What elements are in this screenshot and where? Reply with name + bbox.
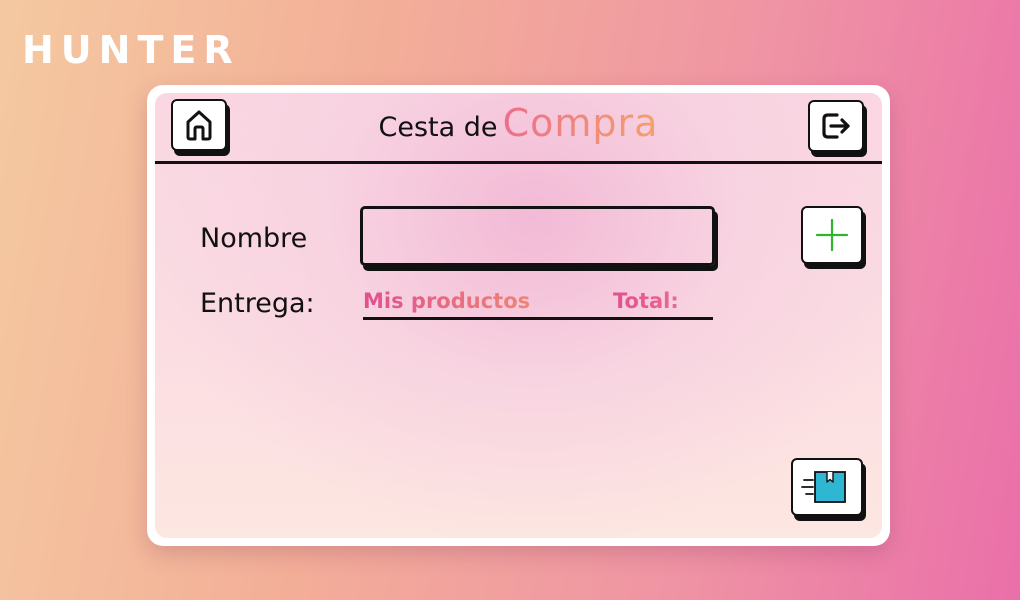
- brand-logo: HUNTER: [22, 28, 240, 72]
- delivery-label: Entrega:: [200, 288, 315, 319]
- total-label: Total:: [613, 289, 679, 313]
- name-label: Nombre: [200, 223, 308, 254]
- header-divider: [155, 161, 882, 164]
- name-input[interactable]: [360, 206, 715, 266]
- add-product-button[interactable]: [801, 206, 863, 264]
- page-title: Cesta de Compra: [155, 101, 882, 145]
- logout-button[interactable]: [808, 100, 864, 152]
- title-prefix: Cesta de: [378, 112, 498, 143]
- deliver-button[interactable]: [791, 458, 863, 516]
- products-divider: [363, 317, 713, 320]
- logout-icon: [822, 113, 850, 139]
- card-content: Cesta de Compra Nombre Entrega: Mis prod…: [155, 93, 882, 538]
- package-delivery-icon: [801, 471, 846, 503]
- product-list: [363, 325, 713, 445]
- plus-icon: [815, 218, 849, 252]
- title-highlight: Compra: [502, 101, 659, 145]
- shopping-cart-card: Cesta de Compra Nombre Entrega: Mis prod…: [147, 85, 890, 546]
- tab-my-products[interactable]: Mis productos: [363, 289, 530, 313]
